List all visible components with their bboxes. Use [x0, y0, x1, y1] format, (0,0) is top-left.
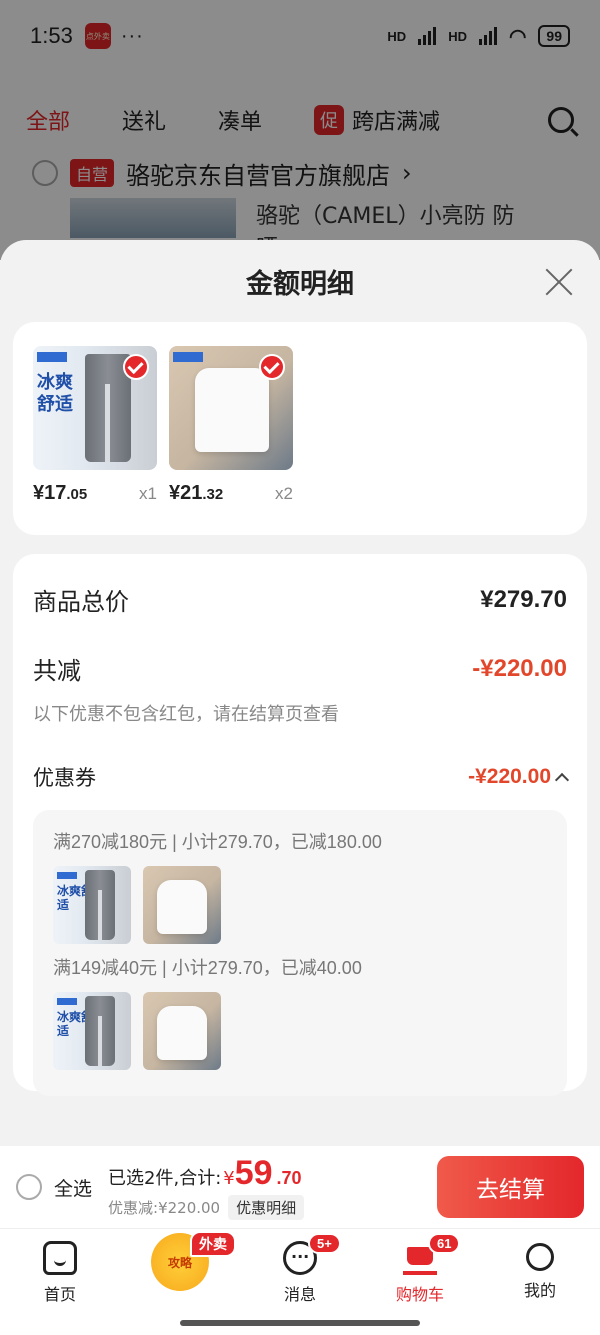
discount-row: 共减 -¥220.00: [33, 651, 567, 686]
discount-detail-button[interactable]: 优惠明细: [228, 1195, 305, 1220]
coupon-row[interactable]: 优惠券 -¥220.00: [33, 762, 570, 792]
brand-logo: [37, 352, 67, 362]
profile-icon: [526, 1243, 554, 1271]
brand-logo: [173, 352, 203, 362]
shirt-image: [157, 1006, 207, 1060]
coupon-rule: 满270减180元 | 小计279.70，已减180.00: [53, 832, 382, 852]
checkout-bar: 全选 已选2件,合计: ¥ 59 .70 优惠减:¥220.00 优惠明细 去结…: [0, 1146, 600, 1228]
check-icon[interactable]: [123, 354, 149, 380]
bottom-nav: 首页 攻略 外卖 5+ 消息 61 购物车 我的: [0, 1228, 600, 1335]
chevron-up-icon[interactable]: [554, 772, 570, 788]
coupon-amount[interactable]: -¥220.00: [468, 765, 570, 789]
amount-detail-sheet: 金额明细 冰爽舒适 ¥17.05 x1 ¥21.32 x2 商品总价 ¥279.…: [0, 240, 600, 1146]
saved-line: 优惠减:¥220.00 优惠明细: [108, 1195, 305, 1220]
product-qty: x1: [139, 484, 157, 503]
messages-badge: 5+: [308, 1233, 341, 1254]
product-item[interactable]: 冰爽舒适 ¥17.05 x1: [33, 346, 157, 535]
sheet-header: 金额明细: [0, 240, 600, 322]
product-item[interactable]: ¥21.32 x2: [169, 346, 293, 535]
total-decimal: .70: [276, 1168, 302, 1188]
price-detail-card: 商品总价 ¥279.70 共减 -¥220.00 以下优惠不包含红包，请在结算页…: [13, 554, 587, 1096]
coupon-products: 冰爽舒适: [53, 866, 547, 944]
total-value: ¥279.70: [480, 585, 567, 613]
home-icon: [43, 1241, 77, 1275]
saved-text: 优惠减:¥220.00: [108, 1199, 221, 1217]
select-all-label: 全选: [54, 1177, 93, 1200]
nav-home[interactable]: 首页: [0, 1229, 120, 1335]
product-qty: x2: [275, 484, 293, 503]
product-price: ¥21.32: [169, 482, 224, 504]
nav-cart-label: 购物车: [395, 1285, 444, 1304]
brand-logo: [57, 998, 77, 1005]
pants-image: [85, 870, 115, 940]
selected-products-card: 冰爽舒适 ¥17.05 x1 ¥21.32 x2: [13, 322, 587, 535]
sheet-title: 金额明细: [246, 268, 354, 300]
takeout-badge: 外卖: [190, 1231, 236, 1257]
product-price: ¥17.05: [33, 482, 88, 504]
mini-product-pants: 冰爽舒适: [53, 992, 131, 1070]
close-icon[interactable]: [544, 266, 574, 296]
mini-product-pants: 冰爽舒适: [53, 866, 131, 944]
coupon-label: 优惠券: [33, 766, 96, 790]
checkout-summary: 已选2件,合计: ¥ 59 .70 优惠减:¥220.00 优惠明细: [108, 1154, 305, 1220]
pants-image: [85, 996, 115, 1066]
nav-home-label: 首页: [43, 1285, 76, 1304]
shirt-image: [157, 880, 207, 934]
total-line: 已选2件,合计: ¥ 59 .70: [108, 1154, 304, 1193]
total-label: 商品总价: [33, 588, 129, 616]
coupon-breakdown: 满270减180元 | 小计279.70，已减180.00 冰爽舒适 满149减…: [33, 810, 567, 1096]
shirt-image: [195, 368, 269, 452]
total-integer: 59: [234, 1154, 273, 1192]
discount-label: 共减: [33, 657, 81, 685]
product-meta: ¥17.05 x1: [33, 482, 157, 505]
discount-value: -¥220.00: [472, 654, 567, 682]
select-all-radio[interactable]: [16, 1174, 42, 1200]
nav-me-label: 我的: [523, 1281, 556, 1300]
cart-badge: 61: [428, 1233, 461, 1254]
checkout-button[interactable]: 去结算: [437, 1156, 584, 1218]
coupon-products: 冰爽舒适: [53, 992, 547, 1070]
select-all[interactable]: 全选: [16, 1174, 92, 1201]
background-page: 1:53 点外卖 ··· HD HD ◠ 99 全部 送礼 凑单 促 跨店满减 …: [0, 0, 600, 261]
nav-messages-label: 消息: [283, 1285, 316, 1304]
discount-hint: 以下优惠不包含红包，请在结算页查看: [33, 704, 339, 725]
product-meta: ¥21.32 x2: [169, 482, 293, 505]
home-indicator: [180, 1320, 420, 1326]
product-image-shirt: [169, 346, 293, 470]
mini-product-shirt: [143, 866, 221, 944]
total-row: 商品总价 ¥279.70: [33, 582, 567, 617]
brand-logo: [57, 872, 77, 879]
dim-overlay[interactable]: [0, 0, 600, 260]
coupon-rule: 满149减40元 | 小计279.70，已减40.00: [53, 958, 362, 978]
product-image-caption: 冰爽舒适: [37, 372, 73, 415]
check-icon[interactable]: [259, 354, 285, 380]
total-currency: ¥: [223, 1168, 235, 1189]
mini-product-shirt: [143, 992, 221, 1070]
product-image-pants: 冰爽舒适: [33, 346, 157, 470]
selected-text: 已选2件,合计:: [108, 1168, 222, 1189]
coupon-value: -¥220.00: [468, 765, 551, 788]
nav-me[interactable]: 我的: [480, 1229, 600, 1335]
